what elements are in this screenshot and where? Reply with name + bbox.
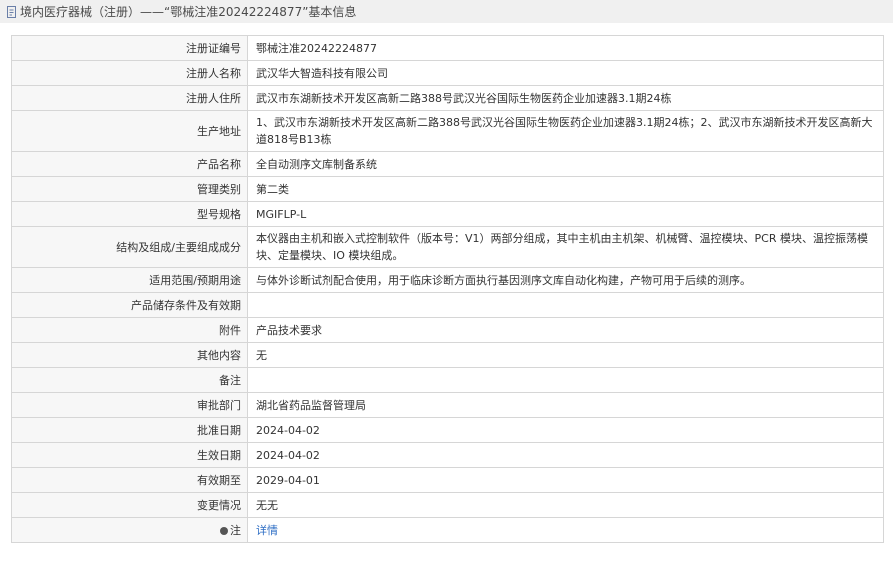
row-value-attachment: 产品技术要求 <box>247 317 884 343</box>
row-label-other: 其他内容 <box>11 342 248 368</box>
page-title: 境内医疗器械（注册）——“鄂械注准20242224877”基本信息 <box>20 5 357 19</box>
row-label-change-status: 变更情况 <box>11 492 248 518</box>
row-value-remarks <box>247 367 884 393</box>
table-row: 适用范围/预期用途 与体外诊断试剂配合使用，用于临床诊断方面执行基因测序文库自动… <box>11 267 884 293</box>
row-label-note: 注 <box>11 517 248 543</box>
row-label-model-spec: 型号规格 <box>11 201 248 227</box>
row-value-storage <box>247 292 884 318</box>
row-label-remarks: 备注 <box>11 367 248 393</box>
table-row: 注册人名称 武汉华大智造科技有限公司 <box>11 60 884 86</box>
row-label-product-name: 产品名称 <box>11 151 248 177</box>
table-row: 产品储存条件及有效期 <box>11 292 884 318</box>
row-label-effective-date: 生效日期 <box>11 442 248 468</box>
row-label-registrant-name: 注册人名称 <box>11 60 248 86</box>
table-row: 生效日期 2024-04-02 <box>11 442 884 468</box>
table-row: 管理类别 第二类 <box>11 176 884 202</box>
row-value-other: 无 <box>247 342 884 368</box>
row-value-management-class: 第二类 <box>247 176 884 202</box>
table-row: 注 详情 <box>11 517 884 543</box>
row-value-valid-until: 2029-04-01 <box>247 467 884 493</box>
row-label-attachment: 附件 <box>11 317 248 343</box>
row-value-approval-date: 2024-04-02 <box>247 417 884 443</box>
row-value-production-address: 1、武汉市东湖新技术开发区高新二路388号武汉光谷国际生物医药企业加速器3.1期… <box>247 110 884 152</box>
table-row: 审批部门 湖北省药品监督管理局 <box>11 392 884 418</box>
row-label-production-address: 生产地址 <box>11 110 248 152</box>
details-link[interactable]: 详情 <box>256 524 278 537</box>
table-row: 注册人住所 武汉市东湖新技术开发区高新二路388号武汉光谷国际生物医药企业加速器… <box>11 85 884 111</box>
table-row: 生产地址 1、武汉市东湖新技术开发区高新二路388号武汉光谷国际生物医药企业加速… <box>11 110 884 152</box>
row-label-registrant-address: 注册人住所 <box>11 85 248 111</box>
note-label-text: 注 <box>230 523 241 537</box>
row-value-note: 详情 <box>247 517 884 543</box>
row-value-model-spec: MGIFLP-L <box>247 201 884 227</box>
row-label-management-class: 管理类别 <box>11 176 248 202</box>
detail-table: 注册证编号 鄂械注准20242224877 注册人名称 武汉华大智造科技有限公司… <box>11 35 884 543</box>
row-label-approval-date: 批准日期 <box>11 417 248 443</box>
note-bullet-icon <box>220 526 228 535</box>
detail-table-container: 注册证编号 鄂械注准20242224877 注册人名称 武汉华大智造科技有限公司… <box>11 35 884 543</box>
table-row: 备注 <box>11 367 884 393</box>
row-label-structure: 结构及组成/主要组成成分 <box>11 226 248 268</box>
document-icon <box>7 5 16 18</box>
row-label-storage: 产品储存条件及有效期 <box>11 292 248 318</box>
row-label-intended-use: 适用范围/预期用途 <box>11 267 248 293</box>
table-row: 注册证编号 鄂械注准20242224877 <box>11 35 884 61</box>
table-row: 批准日期 2024-04-02 <box>11 417 884 443</box>
table-row: 产品名称 全自动测序文库制备系统 <box>11 151 884 177</box>
table-row: 有效期至 2029-04-01 <box>11 467 884 493</box>
row-value-intended-use: 与体外诊断试剂配合使用，用于临床诊断方面执行基因测序文库自动化构建，产物可用于后… <box>247 267 884 293</box>
row-value-approval-dept: 湖北省药品监督管理局 <box>247 392 884 418</box>
row-value-registration-no: 鄂械注准20242224877 <box>247 35 884 61</box>
page-header: 境内医疗器械（注册）——“鄂械注准20242224877”基本信息 <box>0 0 893 23</box>
table-row: 结构及组成/主要组成成分 本仪器由主机和嵌入式控制软件（版本号：V1）两部分组成… <box>11 226 884 268</box>
row-label-approval-dept: 审批部门 <box>11 392 248 418</box>
table-row: 其他内容 无 <box>11 342 884 368</box>
row-value-registrant-address: 武汉市东湖新技术开发区高新二路388号武汉光谷国际生物医药企业加速器3.1期24… <box>247 85 884 111</box>
table-row: 变更情况 无无 <box>11 492 884 518</box>
table-row: 附件 产品技术要求 <box>11 317 884 343</box>
row-label-valid-until: 有效期至 <box>11 467 248 493</box>
row-value-effective-date: 2024-04-02 <box>247 442 884 468</box>
row-value-product-name: 全自动测序文库制备系统 <box>247 151 884 177</box>
row-value-change-status: 无无 <box>247 492 884 518</box>
table-row: 型号规格 MGIFLP-L <box>11 201 884 227</box>
row-label-registration-no: 注册证编号 <box>11 35 248 61</box>
row-value-structure: 本仪器由主机和嵌入式控制软件（版本号：V1）两部分组成，其中主机由主机架、机械臂… <box>247 226 884 268</box>
row-value-registrant-name: 武汉华大智造科技有限公司 <box>247 60 884 86</box>
